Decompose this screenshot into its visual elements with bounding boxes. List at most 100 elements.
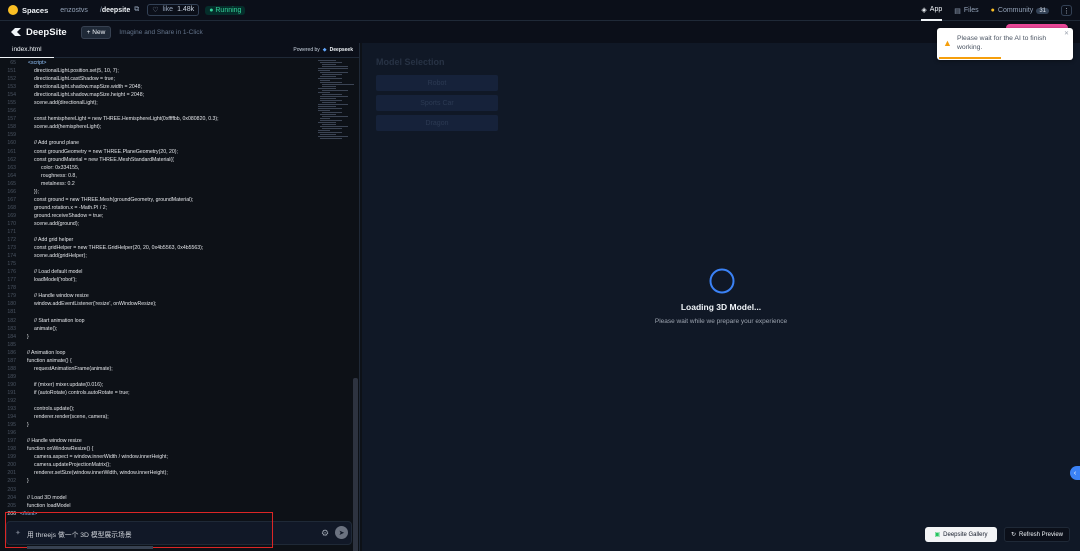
code-minimap[interactable] xyxy=(318,59,354,279)
minimap-line xyxy=(320,100,342,101)
line-number: 159 xyxy=(7,132,16,139)
refresh-preview-button[interactable]: ↻ Refresh Preview xyxy=(1004,527,1070,542)
line-text: const groundMaterial = new THREE.MeshSta… xyxy=(34,156,174,163)
line-number: 194 xyxy=(7,414,16,421)
minimap-line xyxy=(320,76,336,77)
line-text: window.addEventListener('resize', onWind… xyxy=(34,301,157,308)
line-number: 196 xyxy=(7,430,16,437)
minimap-line xyxy=(322,116,348,117)
line-text: renderer.render(scene, camera); xyxy=(34,414,109,421)
minimap-line xyxy=(318,92,330,93)
code-line: 152 directionalLight.castShadow = true; xyxy=(0,75,316,83)
line-text: directionalLight.castShadow = true; xyxy=(34,76,115,83)
line-text: scene.add(hemisphereLight); xyxy=(34,124,102,131)
line-number: 198 xyxy=(7,446,16,453)
code-line: 200 camera.updateProjectionMatrix(); xyxy=(0,461,316,469)
model-button-dragon[interactable]: Dragon xyxy=(376,115,498,131)
line-number: 201 xyxy=(7,470,16,477)
line-number: 155 xyxy=(7,100,16,107)
minimap-line xyxy=(320,96,348,97)
line-number: 176 xyxy=(7,269,16,276)
line-number: 174 xyxy=(7,253,16,260)
new-button[interactable]: + New xyxy=(80,25,112,39)
code-line: 189 xyxy=(0,373,316,381)
deepsite-gallery-button[interactable]: ▣ Deepsite Gallery xyxy=(925,527,997,542)
sparkle-icon: ✦ xyxy=(15,530,21,537)
line-number: 170 xyxy=(7,220,16,227)
horizontal-scrollbar[interactable] xyxy=(27,546,153,549)
line-text: directionalLight.shadow.mapSize.width = … xyxy=(34,84,142,91)
gear-icon[interactable]: ⚙ xyxy=(319,527,331,539)
minimap-line xyxy=(320,114,336,115)
code-line: 160 // Add ground plane xyxy=(0,139,316,147)
model-button-robot[interactable]: Robot xyxy=(376,75,498,91)
line-text: // Load 3D model xyxy=(27,494,67,501)
line-number: 160 xyxy=(7,140,16,147)
spaces-link[interactable]: Spaces xyxy=(22,6,48,15)
tab-app[interactable]: ◈ App xyxy=(921,0,943,21)
code-line: 181 xyxy=(0,308,316,316)
code-line: 202} xyxy=(0,477,316,485)
code-line: 174 scene.add(gridHelper); xyxy=(0,252,316,260)
editor-scrollbar[interactable] xyxy=(353,378,358,551)
minimap-line xyxy=(322,84,354,85)
file-icon: ▤ xyxy=(954,7,961,15)
minimap-line xyxy=(320,98,336,99)
tab-community-label: Community xyxy=(997,7,1034,14)
line-text: scene.add(gridHelper); xyxy=(34,253,87,260)
minimap-line xyxy=(322,94,342,95)
minimap-line xyxy=(318,60,336,61)
line-number: 180 xyxy=(7,301,16,308)
close-icon[interactable]: ✕ xyxy=(1064,30,1069,37)
line-number: 199 xyxy=(7,454,16,461)
code-area[interactable]: 65 <script> 151 directionalLight.position.s… xyxy=(0,59,316,519)
tab-files[interactable]: ▤ Files xyxy=(954,0,978,21)
line-number: 183 xyxy=(7,325,16,332)
line-number: 184 xyxy=(7,333,16,340)
space-repo-link[interactable]: deepsite xyxy=(102,7,130,14)
line-text: </html> xyxy=(20,510,38,517)
code-line: 188 requestAnimationFrame(animate); xyxy=(0,365,316,373)
minimap-line xyxy=(322,112,342,113)
minimap-line xyxy=(320,126,348,127)
tab-index-html[interactable]: index.html xyxy=(0,43,54,58)
line-number: 157 xyxy=(7,116,16,123)
line-text: const hemisphereLight = new THREE.Hemisp… xyxy=(34,116,219,123)
line-number: 164 xyxy=(7,172,16,179)
line-text: scene.add(ground); xyxy=(34,220,79,227)
line-text: directionalLight.position.set(5, 10, 7); xyxy=(34,68,119,75)
prompt-input[interactable]: 用 threejs 做一个 3D 模型展示场景 xyxy=(27,529,132,539)
code-line: 204 // Load 3D model xyxy=(0,494,316,502)
line-text: // Load default model xyxy=(34,269,83,276)
code-line: 175 xyxy=(0,260,316,268)
like-button[interactable]: ♡ like 1.48k xyxy=(147,4,200,16)
minimap-line xyxy=(318,88,336,89)
line-number: 156 xyxy=(7,108,16,115)
send-button[interactable]: ➤ xyxy=(335,526,348,539)
code-line: 186 // Animation loop xyxy=(0,349,316,357)
minimap-line xyxy=(322,90,348,91)
prompt-bar: ✦ 用 threejs 做一个 3D 模型展示场景 ⚙ ➤ xyxy=(6,521,352,545)
plus-icon: + xyxy=(86,28,91,36)
line-number: 178 xyxy=(7,285,16,292)
more-options-icon[interactable]: ⋮ xyxy=(1061,5,1072,16)
code-line: 165 metalness: 0.2 xyxy=(0,180,316,188)
line-text: function animate() { xyxy=(27,357,72,364)
line-text: // Handle window resize xyxy=(27,438,82,445)
hf-logo-icon[interactable] xyxy=(8,5,18,15)
line-text: metalness: 0.2 xyxy=(41,180,75,187)
line-text: if (mixer) mixer.update(0.016); xyxy=(34,381,104,388)
line-number: 153 xyxy=(7,84,16,91)
line-text: // Start animation loop xyxy=(34,317,85,324)
code-line: 173 const gridHelper = new THREE.GridHelp… xyxy=(0,244,316,252)
minimap-line xyxy=(320,134,336,135)
code-line: 154 directionalLight.shadow.mapSize.heigh… xyxy=(0,91,316,99)
copy-icon[interactable]: ⧉ xyxy=(134,6,139,14)
model-button-sports-car[interactable]: Sports Car xyxy=(376,95,498,111)
refresh-button-label: Refresh Preview xyxy=(1019,531,1064,538)
space-owner-link[interactable]: enzostvs xyxy=(60,7,88,14)
code-line: 198 function onWindowResize() { xyxy=(0,445,316,453)
code-line: 183 animate(); xyxy=(0,325,316,333)
chevron-left-icon[interactable]: ‹ xyxy=(1070,466,1080,480)
tab-community[interactable]: ● Community 31 xyxy=(991,0,1049,21)
